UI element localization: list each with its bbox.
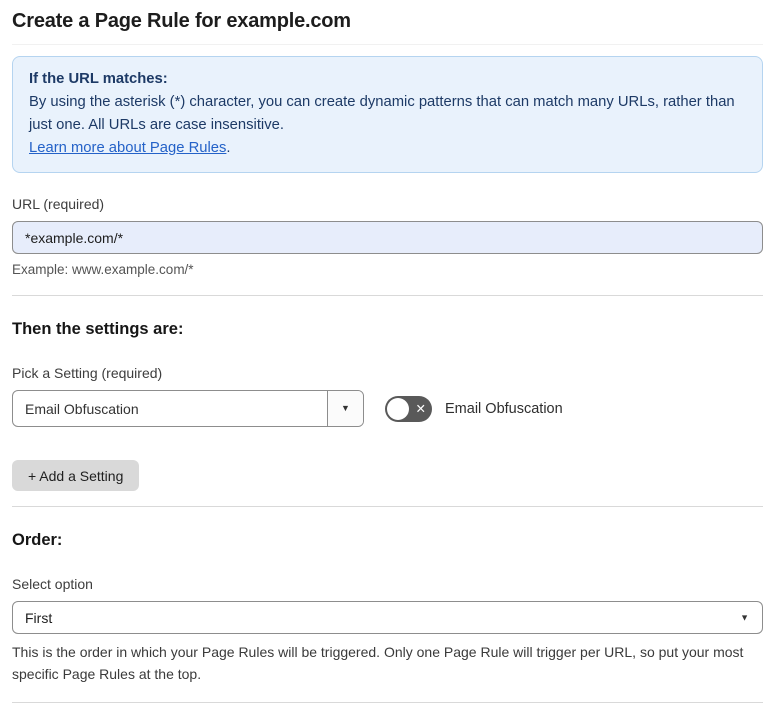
info-box-heading: If the URL matches:	[29, 71, 168, 87]
url-input[interactable]	[12, 221, 763, 254]
add-setting-button[interactable]: + Add a Setting	[12, 460, 140, 491]
email-obfuscation-toggle-group: ✕ Email Obfuscation	[385, 395, 563, 422]
link-suffix: .	[226, 140, 231, 156]
setting-dropdown-arrow-button[interactable]: ▼	[327, 391, 363, 426]
title-divider	[12, 44, 763, 45]
info-box-link-line: Learn more about Page Rules.	[29, 137, 746, 160]
order-section-heading: Order:	[12, 531, 63, 549]
create-page-rule-form: Create a Page Rule for example.com If th…	[0, 0, 775, 717]
select-option-label: Select option	[12, 576, 93, 592]
pick-setting-label: Pick a Setting (required)	[12, 365, 163, 381]
learn-more-link[interactable]: Learn more about Page Rules	[29, 140, 226, 156]
select-chevron-down-icon: ▼	[740, 612, 749, 622]
section-divider-1	[12, 295, 763, 296]
setting-dropdown-value[interactable]: Email Obfuscation	[13, 391, 327, 426]
order-helper-text: This is the order in which your Page Rul…	[12, 644, 744, 682]
order-select-value: First	[25, 609, 53, 626]
url-field-label: URL (required)	[12, 196, 105, 212]
order-select[interactable]: First ▼	[12, 601, 763, 634]
email-obfuscation-toggle-label: Email Obfuscation	[445, 400, 563, 417]
url-match-info-box: If the URL matches: By using the asteris…	[12, 56, 763, 173]
toggle-knob	[387, 397, 409, 420]
footer-divider	[12, 702, 763, 703]
url-example-helper: Example: www.example.com/*	[12, 262, 194, 277]
setting-row: Email Obfuscation ▼ ✕ Email Obfuscation	[12, 390, 763, 427]
setting-dropdown[interactable]: Email Obfuscation ▼	[12, 390, 364, 427]
page-title: Create a Page Rule for example.com	[12, 10, 351, 32]
settings-section-heading: Then the settings are:	[12, 320, 184, 338]
dropdown-arrow-icon: ▼	[341, 403, 350, 413]
info-box-body: By using the asterisk (*) character, you…	[29, 94, 735, 133]
email-obfuscation-toggle[interactable]: ✕	[385, 395, 432, 422]
section-divider-2	[12, 506, 763, 507]
toggle-off-x-icon: ✕	[415, 401, 426, 416]
